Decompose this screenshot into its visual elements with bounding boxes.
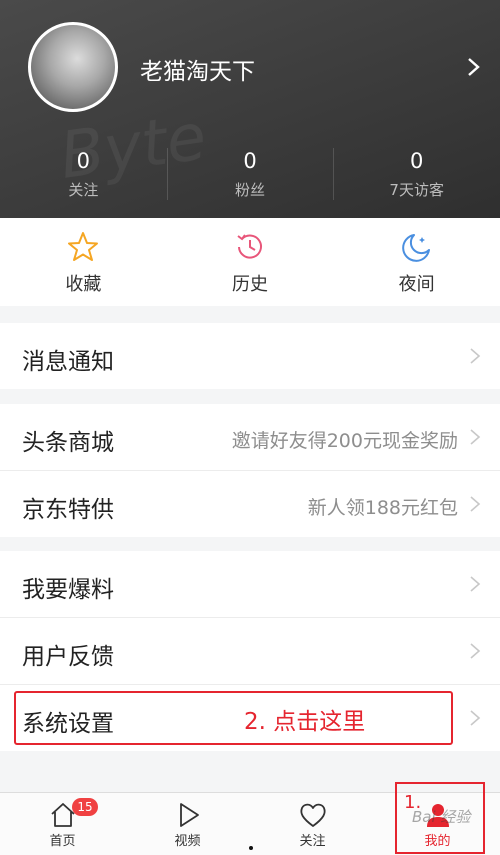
tab-label: 关注 (299, 834, 326, 849)
chevron-right-icon[interactable] (462, 56, 484, 78)
stats-bar: 0 关注 0 粉丝 0 7天访客 (0, 142, 500, 212)
heart-icon (299, 803, 326, 827)
favorites-label: 收藏 (65, 274, 102, 295)
stat-following[interactable]: 0 关注 (0, 142, 167, 212)
step-2-annotation: 2. 点击这里 (244, 709, 366, 735)
menu-item-label: 用户反馈 (22, 644, 114, 670)
watermark: Bai 经验 (412, 808, 471, 826)
profile-header: Byte 老猫淘天下 0 关注 0 粉丝 0 7天访客 (0, 0, 500, 218)
moon-icon (401, 234, 430, 262)
menu-item-label: 消息通知 (22, 349, 114, 375)
menu-item-tipoff[interactable]: 我要爆料 (0, 551, 500, 617)
play-icon (179, 803, 199, 827)
menu-group-shopping: 头条商城 邀请好友得200元现金奖励 京东特供 新人领188元红包 (0, 404, 500, 537)
chevron-right-icon (470, 710, 481, 726)
menu-group-notifications: 消息通知 (0, 323, 500, 389)
history-label: 历史 (232, 274, 268, 295)
chevron-right-icon (470, 348, 481, 364)
favorites-button[interactable]: 收藏 (0, 218, 167, 306)
star-icon (68, 232, 99, 261)
screen-dot (249, 846, 253, 850)
username[interactable]: 老猫淘天下 (140, 52, 255, 86)
chevron-right-icon (470, 576, 481, 592)
tab-label: 首页 (49, 834, 76, 849)
stat-fans[interactable]: 0 粉丝 (166, 142, 334, 212)
menu-item-feedback[interactable]: 用户反馈 (0, 617, 500, 684)
tab-home[interactable]: 首页 15 (0, 793, 125, 855)
tab-video[interactable]: 视频 (125, 793, 250, 855)
settings-highlight-box (14, 691, 453, 745)
unread-badge: 15 (72, 798, 98, 816)
menu-item-label: 头条商城 (22, 430, 114, 456)
menu-item-mall[interactable]: 头条商城 邀请好友得200元现金奖励 (0, 404, 500, 470)
chevron-right-icon (470, 429, 481, 445)
menu-item-promo: 邀请好友得200元现金奖励 (231, 430, 458, 452)
stat-visitors[interactable]: 0 7天访客 (333, 142, 500, 212)
menu-item-notifications[interactable]: 消息通知 (0, 323, 500, 389)
stat-label: 7天访客 (389, 181, 444, 199)
night-mode-label: 夜间 (398, 274, 435, 295)
chevron-right-icon (470, 643, 481, 659)
stat-label: 粉丝 (235, 181, 266, 199)
night-mode-button[interactable]: 夜间 (333, 218, 500, 306)
stat-value: 0 (409, 149, 424, 173)
history-button[interactable]: 历史 (167, 218, 334, 306)
tab-label: 视频 (174, 834, 201, 849)
quick-actions: 收藏 历史 夜间 (0, 218, 500, 306)
avatar[interactable] (28, 22, 118, 112)
menu-item-jd[interactable]: 京东特供 新人领188元红包 (0, 470, 500, 537)
menu-item-label: 京东特供 (22, 497, 114, 523)
tab-following[interactable]: 关注 (250, 793, 375, 855)
stat-value: 0 (76, 149, 91, 173)
chevron-right-icon (470, 496, 481, 512)
stat-value: 0 (243, 149, 257, 173)
history-clock-icon (237, 234, 262, 259)
menu-item-promo: 新人领188元红包 (307, 497, 458, 519)
menu-item-label: 我要爆料 (22, 577, 114, 603)
stat-label: 关注 (68, 181, 99, 199)
